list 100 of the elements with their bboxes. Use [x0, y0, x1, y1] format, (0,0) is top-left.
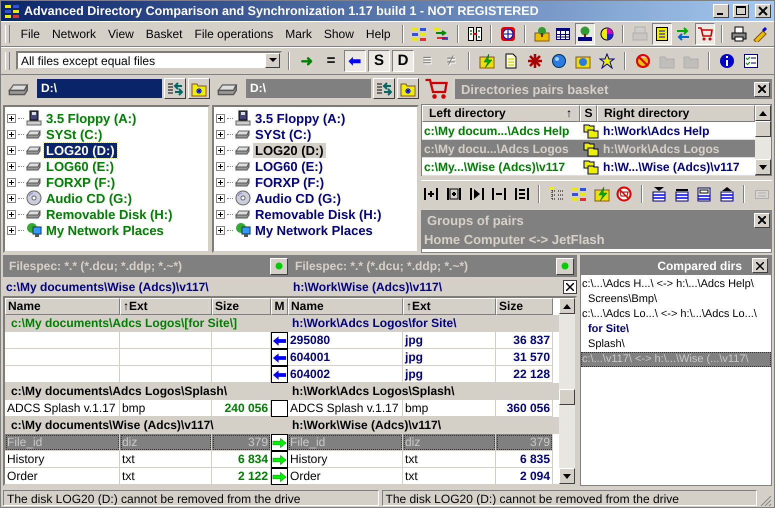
expand-icon[interactable]	[7, 178, 16, 186]
resize-grip-icon[interactable]	[760, 495, 772, 507]
expand-icon[interactable]	[7, 226, 16, 234]
tree-item[interactable]: 3.5 Floppy (A:)	[253, 110, 348, 126]
compared-dir-item[interactable]: for Site\	[588, 323, 629, 335]
toolbar-button[interactable]	[575, 22, 595, 44]
basket-row[interactable]: c:\My...\Wise (Adcs)\v117 h:\W...\Wise (Adcs)\v117	[422, 158, 755, 176]
filter-dropdown[interactable]: All files except equal files	[16, 51, 282, 70]
scrollbar[interactable]	[559, 298, 575, 484]
folder-row[interactable]: c:\My documents\Adcs Logos\Splash\ h:\Work\Adcs Logos\Splash\	[5, 383, 559, 400]
play-icon	[468, 186, 485, 202]
swap-button[interactable]	[164, 78, 186, 99]
folders-icon	[582, 158, 598, 174]
filter-button[interactable]	[270, 258, 288, 274]
compared-dir-item[interactable]: Splash\	[588, 338, 625, 350]
remove-all-icon	[514, 186, 530, 202]
mode-button[interactable]: =	[320, 50, 342, 72]
folder-row[interactable]: c:\My documents\Wise (Adcs)\v117\ h:\Work\Wise (Adcs)\v117\	[5, 417, 559, 434]
tree-item[interactable]: LOG20 (D:)	[44, 142, 117, 158]
tree-item[interactable]: 3.5 Floppy (A:)	[44, 110, 138, 126]
tree-item[interactable]: SYSt (C:)	[253, 126, 314, 142]
expand-icon[interactable]	[7, 210, 16, 218]
column-header[interactable]: ↑Ext	[120, 298, 212, 315]
tree-item[interactable]: Audio CD (G:)	[253, 190, 343, 206]
scroll-thumb[interactable]	[559, 389, 575, 405]
menu-item[interactable]: Show	[318, 24, 359, 42]
expand-icon[interactable]	[216, 210, 225, 218]
tree-item[interactable]: My Network Places	[44, 222, 166, 238]
toolbar-button[interactable]	[652, 22, 672, 44]
table-cell: Order	[288, 468, 403, 485]
swap-button[interactable]	[373, 78, 395, 99]
mode-button[interactable]: D	[392, 50, 414, 72]
column-header[interactable]: Right directory	[597, 105, 755, 122]
table-cell: History	[5, 451, 120, 468]
path-field[interactable]: D:\	[246, 79, 371, 98]
column-header[interactable]: Size	[212, 298, 271, 315]
expand-icon[interactable]	[216, 130, 225, 138]
expand-icon[interactable]	[7, 130, 16, 138]
menu-item[interactable]: View	[103, 24, 139, 42]
menu-item[interactable]: Basket	[140, 24, 188, 42]
tree-item[interactable]: LOG60 (E:)	[253, 158, 325, 174]
right-arrow-icon	[272, 436, 287, 448]
compared-dir-item[interactable]: c:\...\Adcs Lo...\ <-> h:\...\Adcs Lo...\	[582, 308, 757, 320]
table-cell-text: h:\Work\Adcs Logos	[602, 142, 720, 156]
new-folder-button[interactable]	[188, 78, 210, 99]
tree-item[interactable]: LOG20 (D:)	[253, 142, 326, 158]
column-header[interactable]: Name	[288, 298, 403, 315]
mark-cell[interactable]	[271, 332, 288, 349]
mark-cell[interactable]	[271, 366, 288, 383]
close-button[interactable]	[563, 280, 577, 294]
path-field[interactable]: D:\	[37, 79, 162, 98]
expand-icon[interactable]	[216, 178, 225, 186]
minimize-icon	[716, 13, 722, 15]
maximize-button[interactable]	[733, 4, 749, 18]
tree-item[interactable]: Removable Disk (H:)	[44, 206, 174, 222]
scrollbar[interactable]	[755, 105, 771, 175]
asterisk-icon	[527, 52, 543, 68]
column-header[interactable]: S	[580, 105, 597, 122]
column-header[interactable]: M	[271, 298, 288, 315]
cd-icon	[26, 190, 42, 206]
folder-row[interactable]: c:\My documents\Adcs Logos\[for Site\] h:\Work\Adcs Logos\for Site\	[5, 315, 559, 332]
mark-cell[interactable]	[271, 451, 288, 468]
expand-icon[interactable]	[7, 146, 16, 154]
tree-item[interactable]: LOG60 (E:)	[44, 158, 116, 174]
tree-item[interactable]: Audio CD (G:)	[44, 190, 134, 206]
expand-icon[interactable]	[7, 194, 16, 202]
tree-item[interactable]: SYSt (C:)	[44, 126, 104, 142]
mark-cell[interactable]	[271, 349, 288, 366]
mode-button[interactable]: S	[368, 50, 390, 72]
expand-icon[interactable]	[216, 114, 225, 122]
mode-button[interactable]: ⬅	[344, 50, 366, 72]
new-folder-button[interactable]	[397, 78, 419, 99]
compared-dir-item[interactable]: Screens\Bmp\	[588, 293, 658, 305]
menu-item[interactable]: Help	[360, 24, 396, 42]
minimize-button[interactable]	[713, 4, 729, 18]
expand-icon[interactable]	[7, 114, 16, 122]
column-header[interactable]: ↑Ext	[403, 298, 496, 315]
menu-item[interactable]: Network	[46, 24, 101, 42]
mark-cell[interactable]	[271, 400, 288, 417]
column-header[interactable]: Name	[5, 298, 120, 315]
folder-path: c:\My documents\Adcs Logos\Splash\	[10, 383, 228, 400]
menu-item[interactable]: File operations	[189, 24, 278, 42]
scroll-thumb[interactable]	[755, 121, 771, 137]
expand-icon[interactable]	[7, 162, 16, 170]
tree-item[interactable]: FORXP (F:)	[253, 174, 326, 190]
tree-item[interactable]: Removable Disk (H:)	[253, 206, 384, 222]
mark-cell[interactable]	[271, 468, 288, 485]
compared-dir-item[interactable]: c:\...\Adcs H...\ <-> h:\...\Adcs Help\	[582, 278, 754, 290]
expand-icon[interactable]	[216, 226, 225, 234]
mark-cell[interactable]	[271, 434, 288, 451]
menu-item[interactable]: Mark	[280, 24, 317, 42]
expand-icon[interactable]	[216, 162, 225, 170]
tree-item[interactable]: FORXP (F:)	[44, 174, 118, 190]
menu-item[interactable]: File	[16, 24, 45, 42]
expand-icon[interactable]	[216, 146, 225, 154]
filter-button[interactable]	[556, 258, 574, 274]
column-header[interactable]: Size	[496, 298, 553, 315]
scroll-up-icon	[563, 304, 571, 308]
expand-icon[interactable]	[216, 194, 225, 202]
tree-item[interactable]: My Network Places	[253, 222, 375, 238]
